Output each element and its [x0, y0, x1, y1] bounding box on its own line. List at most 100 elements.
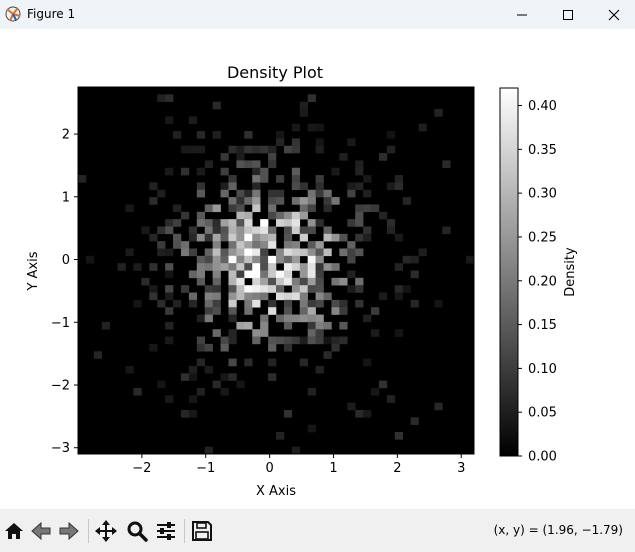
heatmap-cell	[165, 94, 174, 102]
heatmap-cell	[260, 248, 269, 257]
home-button[interactable]	[1, 518, 27, 544]
heatmap-cell	[291, 285, 301, 293]
heatmap-cell	[236, 285, 245, 293]
heatmap-cell	[252, 167, 261, 176]
zoom-icon	[127, 521, 148, 542]
heatmap-cell	[260, 145, 269, 154]
heatmap-cell	[299, 285, 308, 293]
heatmap-cell	[236, 189, 245, 198]
heatmap-cell	[307, 123, 316, 132]
heatmap-cell	[78, 175, 87, 183]
heatmap-cell	[196, 219, 206, 227]
heatmap-cell	[252, 299, 261, 308]
heatmap-cell	[339, 248, 348, 257]
zoom-button[interactable]	[124, 518, 150, 544]
heatmap-cell	[101, 321, 110, 330]
heatmap-cell	[260, 321, 269, 330]
heatmap-cell	[165, 226, 174, 235]
heatmap-cell	[244, 197, 253, 205]
heatmap-cell	[236, 263, 245, 271]
heatmap-cell	[220, 153, 229, 161]
heatmap-cell	[323, 197, 332, 205]
colorbar-tick-label: 0.40	[528, 99, 557, 114]
heatmap-cell	[323, 233, 332, 242]
heatmap-cell	[236, 226, 245, 235]
figure-canvas[interactable]: Density Plot −2 −1 0 1 2 3 −3 −2 −1 0 1 2 X Axis Y…	[0, 29, 635, 509]
heatmap-cell	[244, 321, 253, 330]
heatmap-cell	[315, 175, 324, 183]
heatmap-cell	[252, 197, 261, 205]
maximize-button[interactable]	[545, 0, 591, 29]
heatmap-cell	[236, 145, 245, 154]
heatmap-cell	[228, 314, 237, 323]
configure-subplots-button[interactable]	[153, 518, 179, 544]
heatmap-cell	[283, 336, 293, 345]
heatmap-cells	[78, 87, 475, 455]
heatmap-cell	[347, 402, 356, 411]
heatmap-cell	[244, 241, 253, 249]
heatmap-cell	[165, 307, 174, 315]
heatmap-cell	[434, 109, 443, 117]
heatmap-cell	[276, 189, 285, 198]
pan-button[interactable]	[93, 518, 119, 544]
heatmap-cell	[157, 380, 166, 389]
toolbar-separator	[184, 519, 185, 543]
close-button[interactable]	[591, 0, 635, 29]
heatmap-cell	[165, 292, 174, 301]
heatmap-cell	[299, 101, 308, 110]
heatmap-cell	[180, 211, 190, 220]
heatmap-cell	[252, 145, 261, 154]
heatmap-cell	[228, 197, 237, 205]
heatmap-cell	[394, 292, 404, 301]
forward-button[interactable]	[56, 518, 82, 544]
heatmap-cell	[228, 263, 237, 271]
heatmap-cell	[307, 248, 316, 257]
heatmap-cell	[173, 204, 182, 213]
heatmap-cell	[244, 233, 253, 242]
back-arrow-icon	[31, 521, 51, 541]
heatmap-cell	[212, 219, 221, 227]
heatmap-cell	[291, 138, 301, 147]
heatmap-cell	[268, 285, 277, 293]
y-tick-label: −1	[51, 316, 70, 331]
forward-arrow-icon	[59, 521, 79, 541]
heatmap-cell	[355, 182, 364, 191]
heatmap-cell	[236, 270, 245, 279]
heatmap-cell	[220, 219, 229, 227]
heatmap-cell	[244, 219, 253, 227]
heatmap-cell	[291, 123, 301, 132]
heatmap-cell	[252, 255, 261, 264]
heatmap-cell	[363, 314, 372, 323]
heatmap-cell	[236, 380, 245, 389]
heatmap-cell	[386, 145, 396, 154]
heatmap-cell	[276, 175, 285, 183]
heatmap-cell	[268, 160, 277, 169]
heatmap-cell	[252, 263, 261, 271]
back-button[interactable]	[28, 518, 54, 544]
heatmap-cell	[268, 263, 277, 271]
heatmap-cell	[402, 197, 411, 205]
heatmap-cell	[252, 329, 261, 337]
heatmap-cell	[315, 299, 324, 308]
heatmap-cell	[252, 160, 261, 169]
heatmap-cell	[291, 219, 301, 227]
heatmap-cell	[260, 292, 269, 301]
heatmap-cell	[188, 233, 198, 242]
heatmap-cell	[402, 285, 411, 293]
heatmap-cell	[196, 314, 206, 323]
heatmap-cell	[268, 343, 277, 352]
heatmap-cell	[299, 307, 308, 315]
heatmap-cell	[157, 189, 166, 198]
save-button[interactable]	[189, 518, 215, 544]
heatmap-cell	[212, 255, 221, 264]
heatmap-cell	[244, 292, 253, 301]
minimize-button[interactable]	[499, 0, 545, 29]
heatmap-cell	[228, 255, 237, 264]
heatmap-cell	[299, 263, 308, 271]
heatmap-cell	[228, 299, 237, 308]
heatmap-cell	[291, 182, 301, 191]
heatmap-cell	[386, 182, 396, 191]
heatmap-cell	[315, 219, 324, 227]
heatmap-cell	[149, 233, 158, 242]
heatmap-cell	[236, 321, 245, 330]
